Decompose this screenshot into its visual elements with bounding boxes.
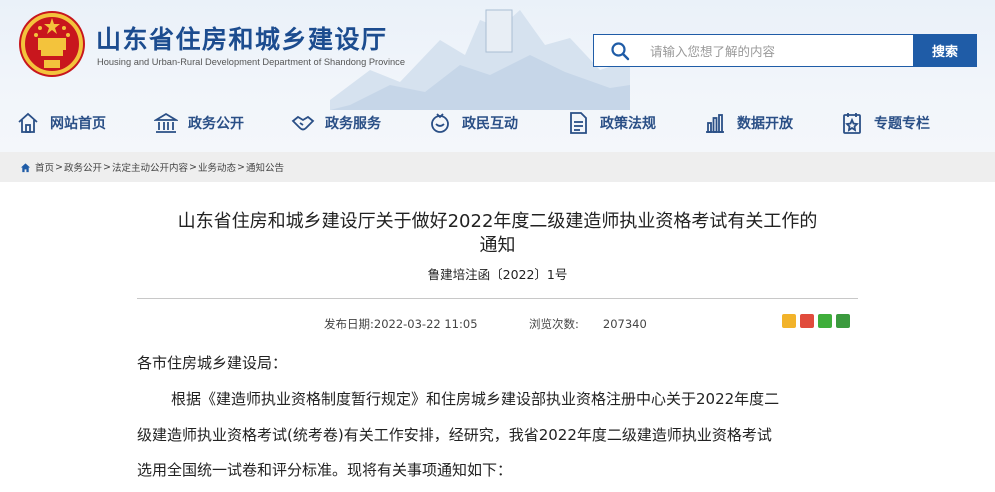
nav-item-label: 政务服务: [325, 116, 381, 132]
nav-item-open-data[interactable]: 数据开放: [703, 104, 793, 142]
view-count: 浏览次数: 207340: [529, 316, 647, 332]
breadcrumb-item-business-news[interactable]: 业务动态: [198, 160, 236, 174]
government-building-icon: [154, 112, 178, 133]
breadcrumb-home-icon: [20, 162, 31, 172]
body-paragraph-line: 根据《建造师执业资格制度暂行规定》和住房城乡建设部执业资格注册中心关于2022年…: [171, 390, 780, 408]
search-button[interactable]: 搜索: [913, 34, 977, 67]
article-title: 山东省住房和城乡建设厅关于做好2022年度二级建造师执业资格考试有关工作的 通知: [137, 210, 858, 258]
share-buttons: [782, 314, 850, 328]
publish-date: 发布日期:2022-03-22 11:05: [324, 316, 478, 332]
nav-item-label: 政务公开: [188, 116, 244, 132]
nav-item-label: 专题专栏: [874, 116, 930, 132]
nav-item-label: 政策法规: [600, 116, 656, 132]
breadcrumb-item-statutory-content[interactable]: 法定主动公开内容: [112, 160, 188, 174]
article-title-line: 通知: [479, 235, 516, 256]
search-input[interactable]: [650, 40, 900, 62]
search-icon: [611, 42, 630, 61]
special-topic-icon: [843, 113, 861, 134]
view-count-label: 浏览次数:: [529, 317, 579, 331]
publish-date-label: 发布日期:: [324, 317, 374, 331]
breadcrumb: 首页 > 政务公开 > 法定主动公开内容 > 业务动态 > 通知公告: [20, 160, 284, 174]
body-paragraph-line: 级建造师执业资格考试(统考卷)有关工作安排，经研究，我省2022年度二级建造师执…: [137, 426, 772, 444]
view-count-value: 207340: [602, 317, 647, 331]
publish-date-value: 2022-03-22 11:05: [373, 317, 478, 331]
weibo-share-icon[interactable]: [800, 314, 814, 328]
search-box: 搜索: [593, 34, 977, 67]
site-title[interactable]: 山东省住房和城乡建设厅: [96, 20, 388, 56]
breadcrumb-item-notices[interactable]: 通知公告: [246, 160, 284, 174]
douban-share-icon[interactable]: [836, 314, 850, 328]
nav-item-label: 政民互动: [462, 116, 518, 132]
salutation: 各市住房城乡建设局：: [137, 354, 288, 372]
wechat-share-icon[interactable]: [818, 314, 832, 328]
article-title-line: 山东省住房和城乡建设厅关于做好2022年度二级建造师执业资格考试有关工作的: [177, 211, 818, 232]
main-nav: 网站首页 政务公开 政务服务 政民互动 政策法规 数据开放 专题专栏: [0, 104, 995, 142]
bar-chart-icon: [706, 114, 724, 133]
handshake-icon: [291, 115, 315, 131]
nav-item-gov-services[interactable]: 政务服务: [291, 104, 381, 142]
breadcrumb-bar: 首页 > 政务公开 > 法定主动公开内容 > 业务动态 > 通知公告: [0, 152, 995, 182]
qzone-share-icon[interactable]: [782, 314, 796, 328]
site-header: 山东省住房和城乡建设厅 Housing and Urban-Rural Deve…: [0, 0, 995, 152]
nav-item-home[interactable]: 网站首页: [16, 104, 106, 142]
body-paragraph-line: 选用全国统一试卷和评分标准。现将有关事项通知如下：: [137, 461, 513, 479]
interaction-icon: [431, 113, 449, 133]
breadcrumb-separator: >: [55, 161, 63, 173]
document-icon: [570, 112, 587, 134]
breadcrumb-item-home[interactable]: 首页: [35, 160, 54, 174]
title-divider: [137, 298, 858, 299]
nav-item-label: 数据开放: [737, 116, 793, 132]
site-subtitle: Housing and Urban-Rural Development Depa…: [97, 57, 406, 67]
breadcrumb-separator: >: [103, 161, 111, 173]
nav-item-special-topics[interactable]: 专题专栏: [840, 104, 930, 142]
home-icon: [18, 112, 38, 133]
nav-item-label: 网站首页: [50, 116, 106, 132]
breadcrumb-separator: >: [236, 161, 245, 173]
nav-item-gov-affairs[interactable]: 政务公开: [154, 104, 244, 142]
nav-item-interaction[interactable]: 政民互动: [428, 104, 518, 142]
breadcrumb-separator: >: [188, 161, 197, 173]
breadcrumb-item-gov-affairs[interactable]: 政务公开: [64, 160, 102, 174]
document-number: 鲁建培注函〔2022〕1号: [427, 267, 568, 282]
nav-item-policies[interactable]: 政策法规: [566, 104, 656, 142]
national-emblem-icon: [19, 11, 85, 77]
